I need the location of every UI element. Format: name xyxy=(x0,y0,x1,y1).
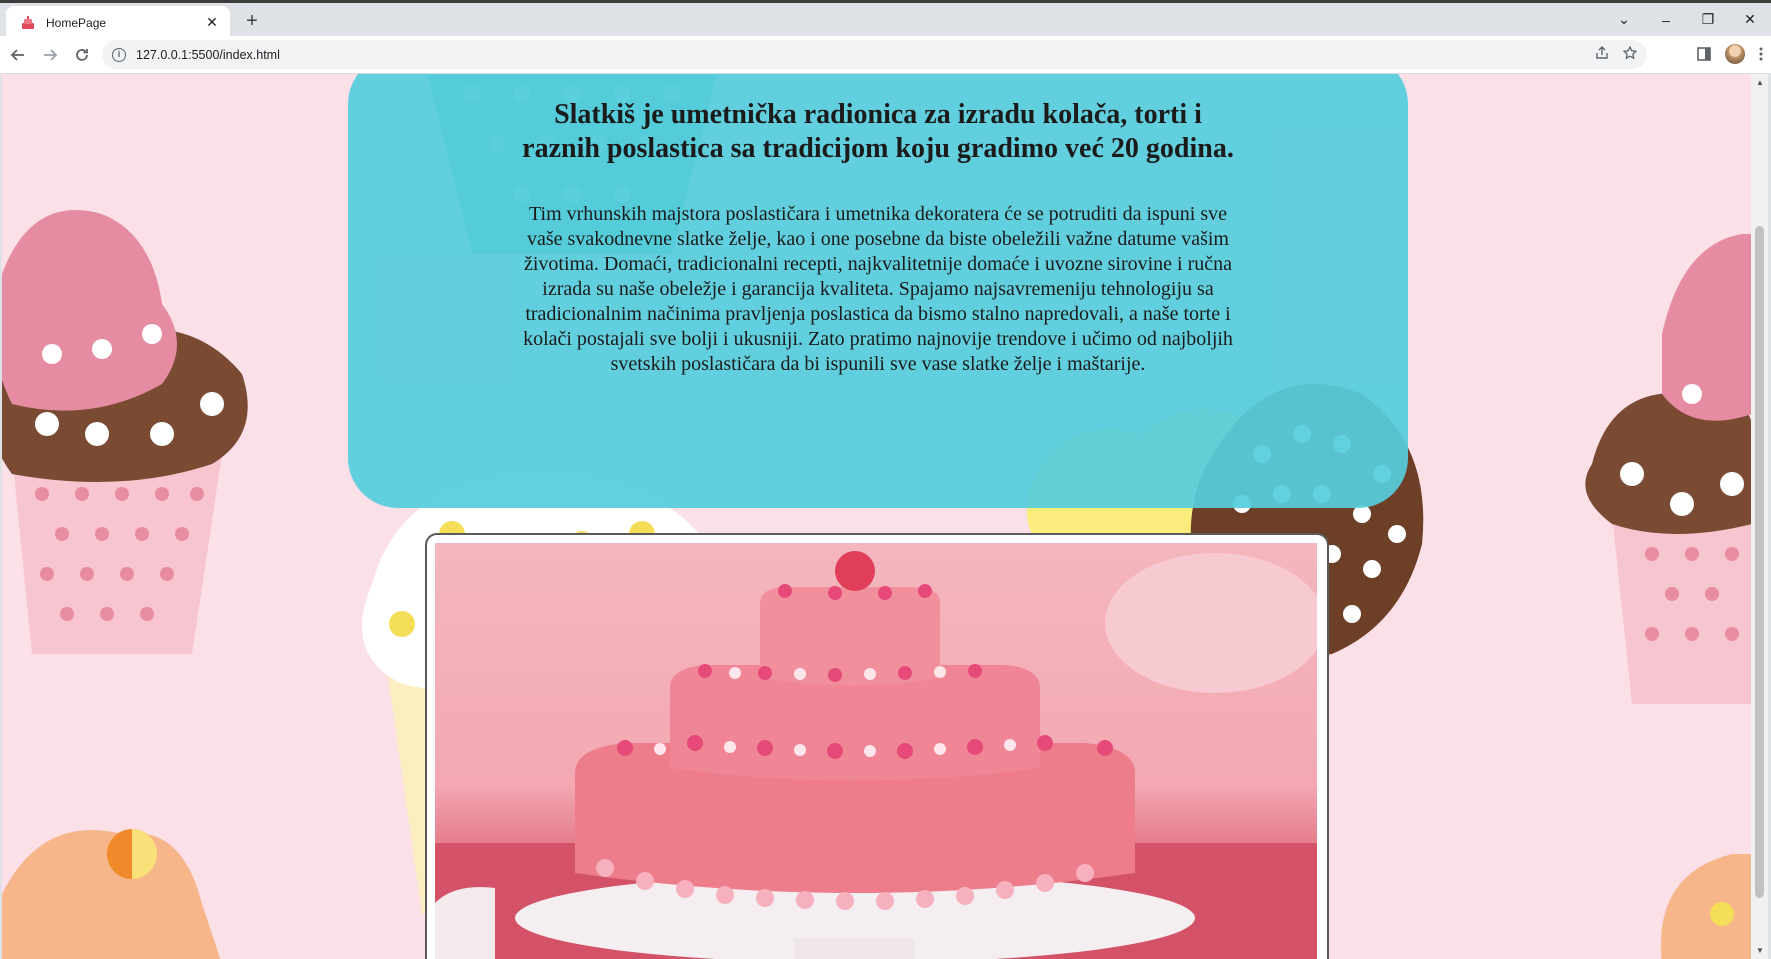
scroll-down-icon[interactable]: ▼ xyxy=(1756,946,1764,955)
restore-button[interactable]: ❐ xyxy=(1687,11,1729,28)
cake-image xyxy=(435,543,1317,959)
tab-close-icon[interactable]: ✕ xyxy=(204,14,220,31)
url-text[interactable]: 127.0.0.1:5500/index.html xyxy=(136,48,280,62)
forward-icon[interactable] xyxy=(36,41,64,69)
page-viewport: Slatkiš je umetnička radionica za izradu… xyxy=(2,74,1751,959)
close-window-button[interactable]: ✕ xyxy=(1729,11,1771,28)
scroll-up-icon[interactable]: ▲ xyxy=(1756,78,1764,87)
pink-cake-illustration xyxy=(435,551,1317,959)
share-icon[interactable] xyxy=(1595,46,1609,60)
window-controls: ⌄ – ❐ ✕ xyxy=(1603,3,1771,36)
intro-heading: Slatkiš je umetnička radionica za izradu… xyxy=(522,99,1234,164)
reload-icon[interactable] xyxy=(68,41,96,69)
cake-image-frame xyxy=(425,533,1329,959)
tab-search-icon[interactable]: ⌄ xyxy=(1603,11,1645,28)
menu-kebab-icon[interactable] xyxy=(1759,47,1763,61)
back-icon[interactable] xyxy=(4,41,32,69)
cupcake-far-right-decoration xyxy=(1585,234,1751,704)
cupcake-bottom-right-decoration xyxy=(1660,854,1751,959)
page-scrollbar[interactable]: ▲ ▼ xyxy=(1751,74,1768,959)
minimize-button[interactable]: – xyxy=(1645,12,1687,28)
browser-toolbar: i 127.0.0.1:5500/index.html xyxy=(0,36,1771,74)
bookmark-star-icon[interactable] xyxy=(1623,46,1637,60)
address-bar[interactable]: i 127.0.0.1:5500/index.html xyxy=(102,40,1647,69)
cupcake-bottom-left-decoration xyxy=(2,829,221,959)
scrollbar-thumb[interactable] xyxy=(1755,226,1764,898)
new-tab-button[interactable]: + xyxy=(240,10,264,34)
browser-tab[interactable]: HomePage ✕ xyxy=(6,6,230,39)
browser-tabstrip: HomePage ✕ + ⌄ – ❐ ✕ xyxy=(0,0,1771,39)
side-panel-icon[interactable] xyxy=(1697,47,1711,61)
site-info-icon[interactable]: i xyxy=(112,47,126,62)
cake-favicon-icon xyxy=(22,15,34,29)
profile-avatar[interactable] xyxy=(1725,44,1745,64)
tab-title: HomePage xyxy=(46,15,107,30)
intro-paragraph: Tim vrhunskih majstora poslastičara i um… xyxy=(523,203,1233,375)
intro-panel: Slatkiš je umetnička radionica za izradu… xyxy=(348,74,1408,508)
cupcake-left-decoration xyxy=(2,210,248,654)
